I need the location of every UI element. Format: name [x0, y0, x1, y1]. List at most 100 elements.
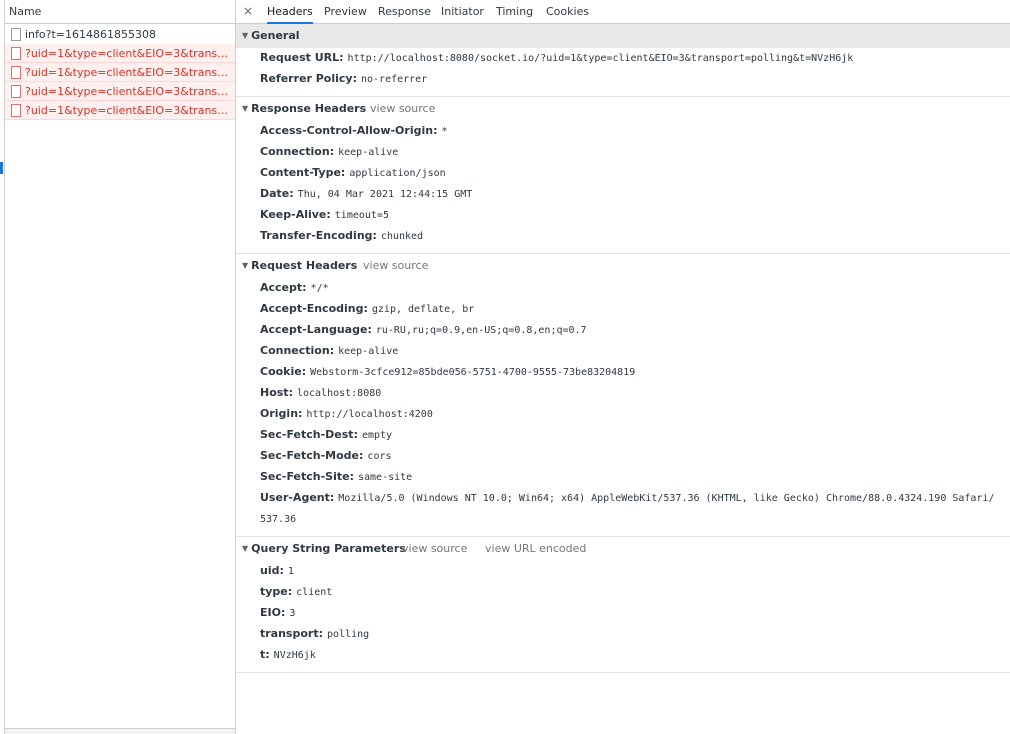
tab-cookies[interactable]: Cookies	[546, 0, 589, 24]
header-key: Transfer-Encoding:	[260, 229, 377, 242]
header-value: NVzH6jk	[273, 650, 316, 661]
name-column-header[interactable]: Name	[5, 0, 235, 24]
request-headers-section: ▼ Request Headers view source Accept: */* A…	[236, 254, 1010, 537]
header-value: same-site	[357, 472, 413, 483]
header-value: http://localhost:8080/socket.io/?uid=1&t…	[347, 53, 854, 64]
header-value: chunked	[380, 231, 424, 242]
header-value: */*	[310, 283, 329, 294]
header-key: Content-Type:	[260, 166, 346, 179]
tab-response[interactable]: Response	[378, 0, 431, 24]
header-value: Mozilla/5.0 (Windows NT 10.0; Win64; x64…	[260, 493, 995, 525]
header-key: Sec-Fetch-Site:	[260, 470, 354, 483]
header-key: Keep-Alive:	[260, 208, 331, 221]
header-key: User-Agent:	[260, 491, 335, 504]
request-name: ?uid=1&type=client&EIO=3&transport=...	[25, 104, 230, 117]
general-section-header[interactable]: ▼ General	[236, 24, 1010, 48]
header-value: 1	[287, 566, 294, 577]
header-value: Webstorm-3cfce912=85bde056-5751-4700-955…	[310, 367, 636, 378]
request-row[interactable]: ?uid=1&type=client&EIO=3&transport=...	[5, 82, 235, 101]
header-key: Access-Control-Allow-Origin:	[260, 124, 438, 137]
header-row: Keep-Alive: timeout=5	[236, 205, 1010, 226]
query-params-section: ▼ Query String Parameters view source vie…	[236, 537, 1010, 673]
response-view-source-link[interactable]: view source	[370, 97, 435, 121]
header-row: transport: polling	[236, 624, 1010, 645]
header-value: polling	[327, 629, 370, 640]
header-row: Access-Control-Allow-Origin: *	[236, 121, 1010, 142]
header-row: Origin: http://localhost:4200	[236, 404, 1010, 425]
details-panel: × Headers Preview Response Initiator Tim…	[236, 0, 1010, 734]
header-key: EIO:	[260, 606, 286, 619]
request-view-source-link[interactable]: view source	[363, 254, 428, 278]
request-row[interactable]: ?uid=1&type=client&EIO=3&transport=...	[5, 101, 235, 120]
header-row: Sec-Fetch-Dest: empty	[236, 425, 1010, 446]
header-key: Accept-Language:	[260, 323, 372, 336]
header-key: Sec-Fetch-Mode:	[260, 449, 364, 462]
header-row: Accept: */*	[236, 278, 1010, 299]
header-value: client	[296, 587, 333, 598]
collapse-triangle-icon[interactable]: ▼	[242, 24, 248, 48]
header-value: cors	[367, 451, 392, 462]
header-key: Sec-Fetch-Dest:	[260, 428, 358, 441]
header-row: t: NVzH6jk	[236, 645, 1010, 666]
selection-marker	[0, 162, 3, 174]
request-name: ?uid=1&type=client&EIO=3&transport=...	[25, 85, 230, 98]
request-row[interactable]: ?uid=1&type=client&EIO=3&transport=...	[5, 63, 235, 82]
file-icon	[11, 104, 21, 117]
header-key: Request URL:	[260, 51, 344, 64]
tab-initiator[interactable]: Initiator	[441, 0, 484, 24]
file-icon	[11, 85, 21, 98]
header-value: *	[441, 126, 448, 137]
request-row[interactable]: info?t=1614861855308	[5, 25, 235, 44]
collapse-triangle-icon[interactable]: ▼	[242, 97, 248, 121]
header-value: no-referrer	[361, 74, 428, 85]
header-value: 3	[289, 608, 296, 619]
header-key: Origin:	[260, 407, 303, 420]
request-list: Name info?t=1614861855308 ?uid=1&type=cli…	[5, 0, 236, 734]
header-key: Referrer Policy:	[260, 72, 357, 85]
close-icon[interactable]: ×	[243, 4, 253, 18]
request-headers-section-header[interactable]: ▼ Request Headers view source	[236, 254, 1010, 278]
header-value: gzip, deflate, br	[371, 304, 475, 315]
request-name: info?t=1614861855308	[25, 28, 156, 41]
tab-preview[interactable]: Preview	[324, 0, 367, 24]
query-view-url-encoded-link[interactable]: view URL encoded	[485, 537, 586, 561]
file-icon	[11, 28, 21, 41]
request-row[interactable]: ?uid=1&type=client&EIO=3&transport=...	[5, 44, 235, 63]
general-section: ▼ General Request URL: http://localhost:80…	[236, 24, 1010, 97]
response-headers-section-header[interactable]: ▼ Response Headers view source	[236, 97, 1010, 121]
request-name: ?uid=1&type=client&EIO=3&transport=...	[25, 66, 230, 79]
header-row: Sec-Fetch-Site: same-site	[236, 467, 1010, 488]
query-view-source-link[interactable]: view source	[402, 537, 467, 561]
header-row: Connection: keep-alive	[236, 341, 1010, 362]
header-row: Accept-Encoding: gzip, deflate, br	[236, 299, 1010, 320]
header-key: Accept-Encoding:	[260, 302, 368, 315]
header-key: uid:	[260, 564, 284, 577]
header-key: t:	[260, 648, 270, 661]
header-key: Date:	[260, 187, 294, 200]
tab-headers[interactable]: Headers	[267, 0, 313, 24]
request-rows: info?t=1614861855308 ?uid=1&type=client&E…	[5, 25, 235, 120]
file-icon	[11, 47, 21, 60]
header-row: Date: Thu, 04 Mar 2021 12:44:15 GMT	[236, 184, 1010, 205]
header-value: Thu, 04 Mar 2021 12:44:15 GMT	[297, 189, 473, 200]
header-value: localhost:8080	[296, 388, 382, 399]
header-value: http://localhost:4200	[306, 409, 433, 420]
collapse-triangle-icon[interactable]: ▼	[242, 537, 248, 561]
collapse-triangle-icon[interactable]: ▼	[242, 254, 248, 278]
header-key: Host:	[260, 386, 293, 399]
request-name: ?uid=1&type=client&EIO=3&transport=...	[25, 47, 230, 60]
header-key: Cookie:	[260, 365, 307, 378]
header-key: transport:	[260, 627, 323, 640]
tab-timing[interactable]: Timing	[496, 0, 533, 24]
header-row: Cookie: Webstorm-3cfce912=85bde056-5751-4…	[236, 362, 1010, 383]
header-value: keep-alive	[338, 346, 399, 357]
header-value: ru-RU,ru;q=0.9,en-US;q=0.8,en;q=0.7	[375, 325, 587, 336]
header-row: Transfer-Encoding: chunked	[236, 226, 1010, 247]
header-key: Connection:	[260, 344, 335, 357]
header-row: Referrer Policy: no-referrer	[236, 69, 1010, 90]
header-row: type: client	[236, 582, 1010, 603]
header-value: timeout=5	[334, 210, 389, 221]
header-row: Connection: keep-alive	[236, 142, 1010, 163]
query-params-section-header[interactable]: ▼ Query String Parameters view source vie…	[236, 537, 1010, 561]
list-footer	[5, 728, 235, 734]
